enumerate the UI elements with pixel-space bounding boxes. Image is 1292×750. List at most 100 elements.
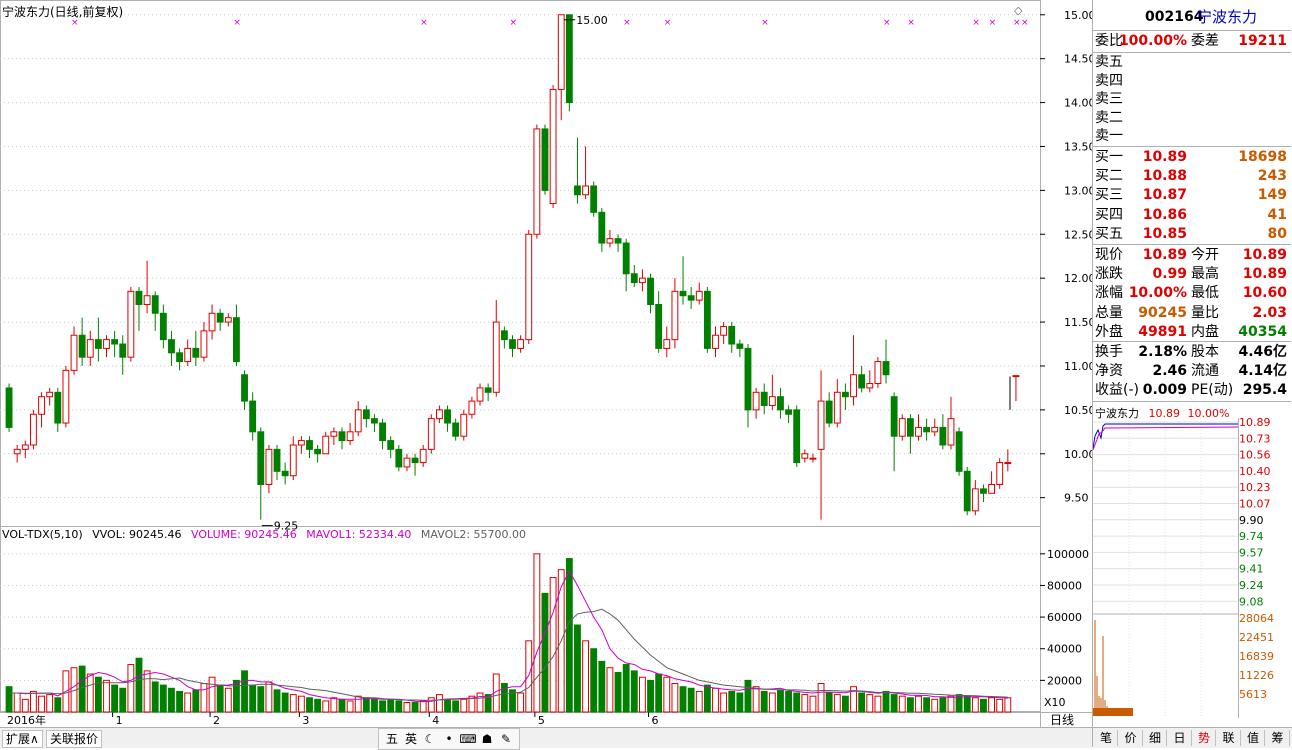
volume-bar[interactable] [785, 690, 793, 713]
candle-body[interactable] [476, 387, 484, 402]
candle-body[interactable] [103, 339, 110, 349]
candle-body[interactable] [720, 325, 728, 336]
volume-bar[interactable] [866, 694, 874, 713]
volume-bar[interactable] [1004, 697, 1012, 713]
candle-body[interactable] [135, 290, 143, 306]
candle-body[interactable] [565, 14, 573, 104]
volume-bar[interactable] [703, 684, 711, 713]
volume-bar[interactable] [768, 692, 776, 713]
candle-body[interactable] [62, 369, 70, 424]
candle-body[interactable] [468, 400, 476, 415]
volume-bar[interactable] [598, 660, 606, 713]
candle-body[interactable] [866, 383, 874, 389]
candle-body[interactable] [330, 431, 338, 437]
volume-bar[interactable] [476, 692, 484, 713]
volume-bar[interactable] [208, 676, 216, 713]
candle-body[interactable] [801, 453, 809, 459]
candle-body[interactable] [785, 409, 793, 415]
volume-bar[interactable] [931, 698, 939, 713]
candle-body[interactable] [257, 431, 265, 485]
volume-bar[interactable] [297, 695, 305, 713]
candle-body[interactable] [509, 339, 516, 349]
candle-body[interactable] [841, 391, 849, 398]
chart-area[interactable]: 15.00 14.50 14.00 13.50 13.00 12.50 12.00 11.50… [0, 0, 1092, 727]
volume-bar[interactable] [111, 684, 119, 713]
volume-bar[interactable] [135, 657, 143, 713]
candle-body[interactable] [703, 290, 711, 349]
candle-body[interactable] [484, 387, 492, 393]
candle-body[interactable] [630, 273, 638, 284]
candle-body[interactable] [192, 347, 200, 358]
volume-bar[interactable] [833, 694, 841, 713]
english-icon[interactable]: 英 [402, 731, 420, 747]
candle-body[interactable] [143, 295, 151, 306]
volume-bar[interactable] [265, 681, 273, 713]
candle-body[interactable] [988, 483, 996, 494]
volume-bar[interactable] [419, 700, 427, 713]
candle-body[interactable] [931, 426, 939, 433]
volume-bar[interactable] [257, 686, 265, 713]
expand-tab[interactable]: 扩展∧ [2, 730, 43, 748]
candle-body[interactable] [119, 343, 127, 358]
volume-bar[interactable] [874, 695, 882, 713]
volume-bar[interactable] [216, 684, 224, 713]
volume-bar[interactable] [906, 697, 914, 713]
candle-body[interactable] [168, 339, 175, 354]
volume-bar[interactable] [119, 687, 127, 713]
candle-body[interactable] [159, 312, 167, 341]
right-tab[interactable]: 日 [1169, 730, 1192, 746]
volume-bar[interactable] [606, 667, 614, 713]
volume-bar[interactable] [517, 692, 525, 713]
volume-bar[interactable] [963, 695, 971, 713]
volume-bar[interactable] [638, 676, 646, 713]
volume-bar[interactable] [622, 664, 630, 713]
candle-body[interactable] [736, 343, 744, 349]
volume-bar[interactable] [890, 694, 898, 713]
candle-body[interactable] [151, 295, 159, 314]
volume-bar[interactable] [817, 683, 825, 713]
candle-body[interactable] [500, 330, 508, 341]
candle-body[interactable] [777, 396, 784, 411]
candle-body[interactable] [850, 374, 857, 398]
candle-body[interactable] [452, 422, 460, 437]
volume-bar[interactable] [760, 690, 768, 713]
candle-body[interactable] [947, 418, 955, 446]
volume-bar[interactable] [736, 692, 744, 713]
volume-bar[interactable] [679, 686, 687, 713]
candle-body[interactable] [525, 233, 533, 341]
candle-body[interactable] [362, 409, 370, 420]
candle-body[interactable] [622, 242, 630, 275]
candle-body[interactable] [395, 448, 403, 468]
candle-body[interactable] [46, 391, 54, 398]
candle-body[interactable] [679, 290, 687, 297]
volume-bar[interactable] [809, 695, 817, 713]
candle-body[interactable] [728, 325, 736, 345]
volume-bar[interactable] [38, 695, 45, 713]
candle-body[interactable] [915, 426, 922, 437]
volume-bar[interactable] [314, 698, 322, 713]
candle-body[interactable] [403, 457, 411, 468]
volume-bar[interactable] [793, 692, 801, 713]
candle-body[interactable] [549, 88, 557, 205]
volume-bar[interactable] [78, 665, 86, 713]
candle-body[interactable] [858, 374, 866, 389]
right-tab[interactable]: 笔 [1095, 730, 1118, 746]
right-tab[interactable]: 势 [1193, 730, 1216, 746]
candle-body[interactable] [533, 128, 541, 235]
candle-body[interactable] [744, 347, 752, 411]
volume-bar[interactable] [403, 702, 411, 713]
volume-bar[interactable] [947, 695, 955, 713]
candle-body[interactable] [687, 295, 695, 301]
candle-body[interactable] [346, 431, 354, 442]
candle-body[interactable] [817, 400, 825, 450]
volume-bar[interactable] [988, 697, 996, 713]
volume-bar[interactable] [687, 687, 695, 713]
candle-body[interactable] [614, 238, 622, 244]
volume-bar[interactable] [460, 698, 468, 713]
volume-bar[interactable] [525, 640, 533, 713]
volume-bar[interactable] [5, 686, 13, 713]
candle-body[interactable] [184, 347, 192, 363]
volume-bar[interactable] [695, 690, 703, 713]
candle-body[interactable] [825, 400, 833, 424]
volume-bar[interactable] [712, 687, 719, 713]
